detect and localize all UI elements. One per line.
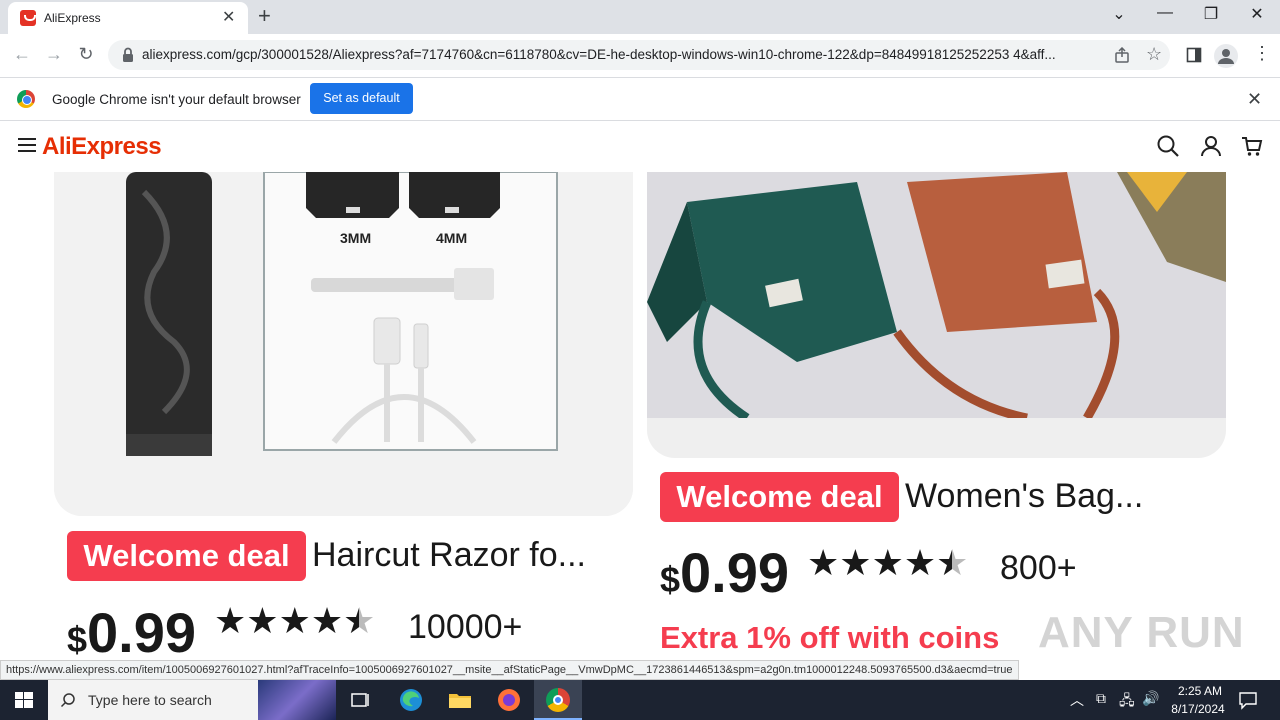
product-image-haircut-razor[interactable]: 3MM 4MM <box>54 172 633 516</box>
firefox-icon[interactable] <box>495 686 523 714</box>
product-card-womens-bag[interactable] <box>647 172 1226 458</box>
minimize-button[interactable]: — <box>1142 4 1188 22</box>
aliexpress-logo[interactable]: AliExpress <box>42 133 162 161</box>
star-full-icon: ★ <box>807 542 840 583</box>
back-button[interactable]: ← <box>8 41 36 69</box>
price-value: 0.99 <box>680 541 790 604</box>
star-full-icon: ★ <box>839 542 872 583</box>
star-full-icon: ★ <box>871 542 904 583</box>
tab-close-icon[interactable]: ✕ <box>222 8 235 28</box>
product-title[interactable]: Women's Bag... <box>905 477 1143 516</box>
profile-avatar[interactable] <box>1214 44 1238 68</box>
star-half-icon: ★ <box>343 600 376 641</box>
sold-count: 10000+ <box>408 608 523 646</box>
search-icon[interactable] <box>1156 134 1180 158</box>
star-full-icon: ★ <box>310 600 344 641</box>
menu-kebab-icon[interactable]: ⋮ <box>1253 43 1271 64</box>
cart-icon[interactable] <box>1240 134 1264 158</box>
windows-start-icon[interactable] <box>0 680 48 720</box>
chrome-taskbar-button[interactable] <box>534 680 582 720</box>
taskbar-search-placeholder: Type here to search <box>88 692 212 708</box>
product-title[interactable]: Haircut Razor fo... <box>312 536 586 575</box>
meet-now-icon[interactable]: ⧉ <box>1096 690 1106 707</box>
rating-stars: ★★★★★ <box>807 542 968 584</box>
welcome-deal-badge: Welcome deal <box>660 472 899 522</box>
share-icon[interactable] <box>1114 47 1130 63</box>
star-full-icon: ★ <box>214 600 247 641</box>
volume-icon[interactable]: 🔊 <box>1142 690 1159 707</box>
star-half-icon: ★ <box>936 542 969 583</box>
welcome-deal-badge: Welcome deal <box>67 531 306 581</box>
price-value: 0.99 <box>87 601 197 664</box>
side-panel-icon[interactable] <box>1186 47 1202 63</box>
status-bar-url: https://www.aliexpress.com/item/10050069… <box>0 660 1019 680</box>
set-as-default-button[interactable]: Set as default <box>310 83 413 114</box>
product-image-womens-bag[interactable] <box>647 172 1226 423</box>
infobar-close-icon[interactable]: ✕ <box>1247 89 1262 110</box>
forward-button[interactable]: → <box>40 41 68 69</box>
network-icon[interactable]: 🖧 <box>1119 690 1135 714</box>
reload-button[interactable]: ↻ <box>72 41 100 69</box>
price-currency: $ <box>660 559 681 600</box>
rating-stars: ★★★★★ <box>214 600 375 642</box>
account-icon[interactable] <box>1199 134 1223 158</box>
restore-button[interactable]: ❐ <box>1188 4 1234 24</box>
aliexpress-favicon-icon <box>20 10 36 26</box>
new-tab-button[interactable]: + <box>258 3 271 29</box>
price-currency: $ <box>67 619 88 660</box>
task-view-icon[interactable] <box>346 686 374 714</box>
coins-promo: Extra 1% off with coins <box>660 620 1000 655</box>
lock-icon[interactable] <box>122 47 134 63</box>
hamburger-menu-icon[interactable] <box>18 138 36 152</box>
star-full-icon: ★ <box>278 600 311 641</box>
chrome-icon <box>546 688 570 712</box>
edge-icon[interactable] <box>397 686 425 714</box>
star-full-icon: ★ <box>903 542 937 583</box>
site-header <box>0 122 1280 172</box>
sold-count: 800+ <box>1000 549 1077 587</box>
product-price: $0.99 <box>67 600 196 665</box>
star-full-icon: ★ <box>246 600 279 641</box>
chrome-logo-icon <box>17 90 35 108</box>
tab-aliexpress[interactable]: AliExpress ✕ <box>8 2 248 34</box>
image-label-4mm: 4MM <box>436 230 468 246</box>
file-explorer-icon[interactable] <box>446 686 474 714</box>
search-highlight-image <box>258 680 336 720</box>
clock-time[interactable]: 2:25 AM <box>1172 684 1228 698</box>
show-hidden-icons-chevron-icon[interactable]: ︿ <box>1070 690 1084 710</box>
clock-date[interactable]: 8/17/2024 <box>1166 702 1230 716</box>
url-text[interactable]: aliexpress.com/gcp/300001528/Aliexpress?… <box>142 47 1102 62</box>
window-close-button[interactable]: ✕ <box>1234 4 1280 24</box>
search-icon <box>60 693 75 708</box>
image-label-3mm: 3MM <box>340 230 372 246</box>
bookmark-star-icon[interactable]: ☆ <box>1146 44 1162 65</box>
watermark: ANY RUN <box>1038 608 1245 657</box>
tab-search-icon[interactable]: ⌄ <box>1096 4 1142 24</box>
tab-title: AliExpress <box>44 11 101 25</box>
notification-icon[interactable] <box>1238 690 1258 710</box>
infobar-message: Google Chrome isn't your default browser <box>52 92 301 107</box>
product-price: $0.99 <box>660 540 789 605</box>
